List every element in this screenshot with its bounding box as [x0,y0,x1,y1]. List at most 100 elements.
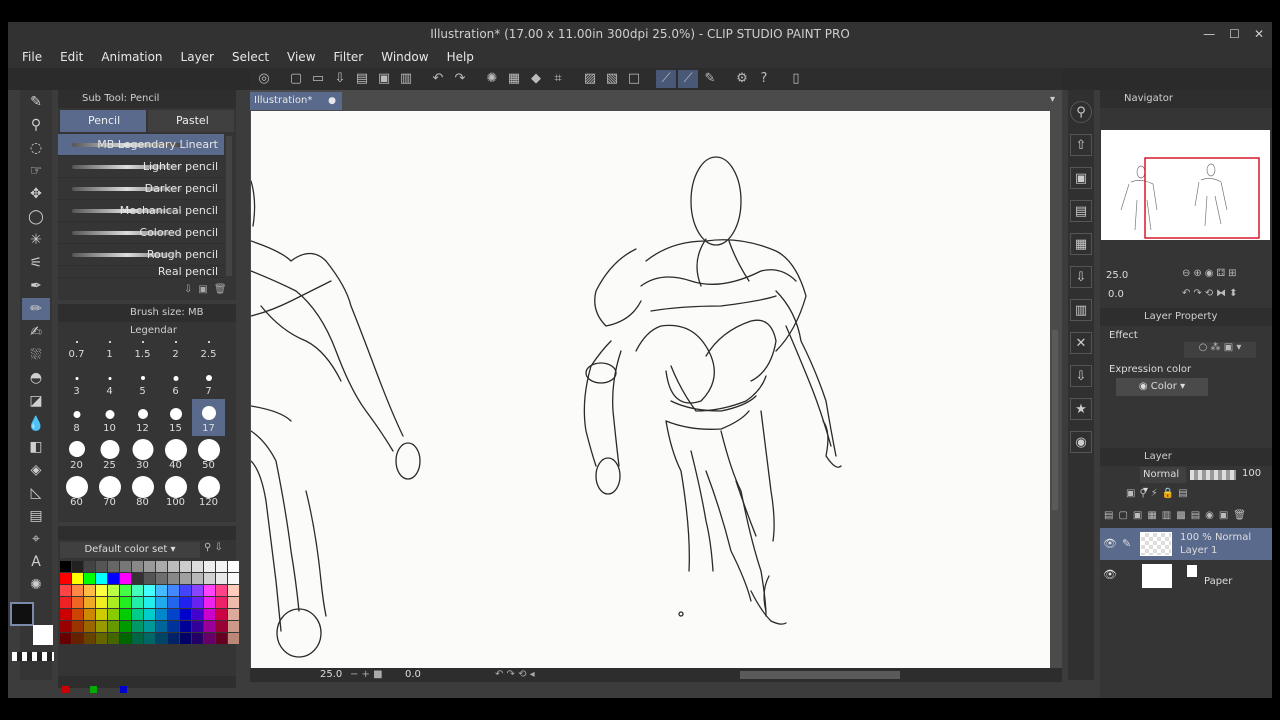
palette-swatch[interactable] [60,633,71,644]
airbrush-icon[interactable]: ⛆ [22,344,50,366]
size-option[interactable]: 5 [126,362,159,399]
palette-swatch[interactable] [216,597,227,608]
lasso-select-icon[interactable]: ◌ [22,137,50,159]
palette-swatch[interactable] [120,609,131,620]
palette-swatch[interactable] [192,621,203,632]
zoom-tool-icon[interactable]: ⚲ [22,114,50,136]
main-color-swatch[interactable] [10,602,34,626]
palette-swatch[interactable] [144,561,155,572]
size-option[interactable]: 1.5 [126,325,159,362]
brush-item[interactable]: Lighter pencil [58,156,224,178]
palette-swatch[interactable] [228,573,239,584]
canvas-vscrollbar[interactable] [1052,330,1058,510]
palette-swatch[interactable] [96,609,107,620]
menu-view[interactable]: View [287,50,315,64]
pen-lock-icon[interactable]: ✎ [1122,537,1131,550]
gradient-icon[interactable]: ◧ [22,436,50,458]
palette-swatch[interactable] [168,609,179,620]
palette-swatch[interactable] [156,597,167,608]
palette-swatch[interactable] [60,609,71,620]
palette-swatch[interactable] [228,609,239,620]
transform-icon[interactable]: ⌗ [548,70,568,88]
color-palette-grid[interactable] [60,561,239,644]
palette-swatch[interactable] [156,621,167,632]
palette-swatch[interactable] [120,561,131,572]
tab-pastel[interactable]: Pastel [148,110,234,132]
palette-swatch[interactable] [120,621,131,632]
palette-swatch[interactable] [120,585,131,596]
size-option[interactable]: 40 [159,436,192,473]
close-tab-icon[interactable]: ● [328,92,336,110]
palette-swatch[interactable] [204,585,215,596]
frame-border-icon[interactable]: ▤ [22,505,50,527]
palette-swatch[interactable] [96,597,107,608]
canvas-menu-icon[interactable]: ▾ [1050,94,1055,105]
ruler-icon[interactable]: ⌖ [22,528,50,550]
palette-swatch[interactable] [204,621,215,632]
palette-swatch[interactable] [72,621,83,632]
size-option[interactable]: 15 [159,399,192,436]
new-file-icon[interactable]: ▢ [286,70,306,88]
loading-icon[interactable]: ✺ [482,70,502,88]
auto-select-icon[interactable]: ✳ [22,229,50,251]
maximize-button[interactable]: ☐ [1229,27,1240,41]
menu-file[interactable]: File [22,50,42,64]
undo-icon[interactable]: ↶ [428,70,448,88]
decoration-icon[interactable]: ◓ [22,367,50,389]
palette-swatch[interactable] [168,633,179,644]
palette-swatch[interactable] [132,585,143,596]
tab-pencil[interactable]: Pencil [60,110,146,132]
palette-swatch[interactable] [144,597,155,608]
palette-swatch[interactable] [156,561,167,572]
layer-action-icons[interactable]: ▤▢▣▦▥▩▤◉▣🗑 [1104,510,1251,521]
transparent-swatch[interactable] [12,652,54,661]
selection-icon[interactable]: ▨ [580,70,600,88]
deselect-icon[interactable]: □ [624,70,644,88]
palette-swatch[interactable] [120,597,131,608]
recent-red-swatch[interactable] [62,686,69,693]
material-folder-icon[interactable]: ▣ [1070,167,1092,189]
move-layer-icon[interactable]: ✥ [22,183,50,205]
expression-color-dropdown[interactable]: ◉ Color ▾ [1116,378,1208,396]
palette-swatch[interactable] [192,633,203,644]
palette-swatch[interactable] [132,633,143,644]
brush-item[interactable]: MB Legendary Lineart [58,134,224,156]
palette-swatch[interactable] [72,561,83,572]
subtool-scrollbar[interactable] [226,136,232,276]
size-option[interactable]: 7 [192,362,225,399]
palette-swatch[interactable] [156,609,167,620]
palette-swatch[interactable] [72,597,83,608]
invert-selection-icon[interactable]: ▧ [602,70,622,88]
help-icon[interactable]: ? [754,70,774,88]
snap-ruler-icon[interactable]: ⟋ [656,70,676,88]
palette-swatch[interactable] [228,621,239,632]
size-option-selected[interactable]: 17 [192,399,225,436]
layer-folder-icon[interactable]: ▤ [1070,200,1092,222]
size-option[interactable]: 4 [93,362,126,399]
size-option[interactable]: 20 [60,436,93,473]
palette-swatch[interactable] [60,597,71,608]
navigator-preview[interactable] [1101,130,1270,240]
minimize-button[interactable]: — [1203,27,1215,41]
navigator-rotate-controls[interactable]: ↶↷⟲⧓⬍ [1182,288,1241,299]
blend-icon[interactable]: 💧 [22,413,50,435]
palette-swatch[interactable] [84,561,95,572]
size-option[interactable]: 60 [60,473,93,510]
palette-swatch[interactable] [228,633,239,644]
palette-swatch[interactable] [96,621,107,632]
color-set-dropdown[interactable]: Default color set ▾ [60,542,200,558]
open-file-icon[interactable]: ▭ [308,70,328,88]
palette-swatch[interactable] [108,597,119,608]
menu-layer[interactable]: Layer [181,50,214,64]
balloon-icon[interactable]: ✺ [22,574,50,596]
palette-swatch[interactable] [72,573,83,584]
opacity-slider[interactable] [1190,470,1236,480]
palette-swatch[interactable] [204,597,215,608]
size-option[interactable]: 120 [192,473,225,510]
brush-item[interactable]: Real pencil [58,266,224,278]
palette-swatch[interactable] [156,585,167,596]
zoom-controls[interactable]: − + ■ [350,668,383,682]
palette-swatch[interactable] [84,573,95,584]
rotate-controls[interactable]: ↶ ↷ ⟲ ◂ [495,668,535,682]
size-option[interactable]: 80 [126,473,159,510]
